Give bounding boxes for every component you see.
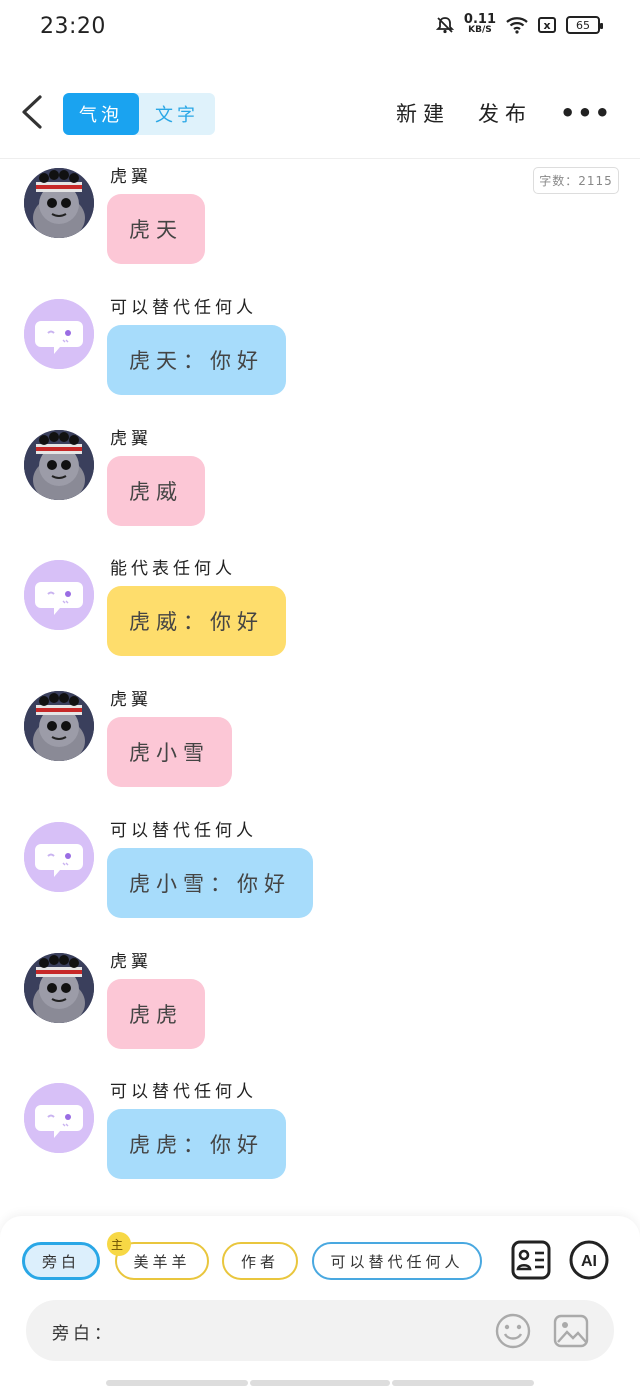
- bell-off-icon: [435, 17, 454, 34]
- ai-label: AI: [581, 1253, 597, 1270]
- contact-card-icon: [511, 1240, 551, 1280]
- message-bubble[interactable]: 虎威：你好: [107, 586, 286, 657]
- emoji-icon[interactable]: [494, 1312, 532, 1350]
- avatar[interactable]: [24, 429, 94, 500]
- mode-toggle: 气泡 文字: [63, 93, 215, 135]
- new-button[interactable]: 新建: [396, 98, 450, 128]
- message-bubble[interactable]: 虎小雪：你好: [107, 847, 313, 918]
- header-actions: 新建 发布 •••: [396, 98, 612, 128]
- sim-x-icon: x: [538, 17, 556, 33]
- tab-bubble[interactable]: 气泡: [63, 93, 139, 135]
- main-role-badge: 主: [107, 1232, 131, 1256]
- message-bubble[interactable]: 虎小雪: [107, 717, 232, 787]
- input-role-label: 旁白：: [52, 1324, 115, 1344]
- role-chip-meiyangyang[interactable]: 主 美羊羊: [107, 1232, 209, 1280]
- scroll-indicator: [106, 1380, 248, 1386]
- scroll-indicator: [250, 1380, 390, 1386]
- message-bubble[interactable]: 虎天：你好: [107, 324, 286, 395]
- message-bubble[interactable]: 虎天: [107, 194, 205, 264]
- speech-bubble-avatar-icon[interactable]: [24, 821, 94, 892]
- role-chip-author[interactable]: 作者: [222, 1242, 298, 1280]
- message-sender-name: 可以替代任何人: [110, 820, 257, 841]
- top-bar: 气泡 文字 新建 发布 •••: [0, 86, 640, 146]
- message-sender-name: 能代表任何人: [110, 559, 236, 580]
- message-sender-name: 可以替代任何人: [110, 1082, 257, 1103]
- message-bubble[interactable]: 虎虎: [107, 978, 205, 1049]
- message-input[interactable]: 旁白：: [26, 1300, 614, 1361]
- status-bar: 23:20 0.11 KB/S x 65: [0, 0, 640, 56]
- avatar[interactable]: [24, 952, 94, 1023]
- wifi-icon: [506, 17, 528, 34]
- tab-text[interactable]: 文字: [139, 93, 215, 135]
- publish-button[interactable]: 发布: [478, 98, 532, 128]
- role-chip-narrator[interactable]: 旁白: [22, 1242, 100, 1280]
- scroll-indicator: [392, 1380, 534, 1386]
- network-speed: 0.11 KB/S: [463, 12, 496, 35]
- status-icons: 0.11 KB/S x 65: [435, 12, 603, 36]
- message-bubble[interactable]: 虎虎：你好: [107, 1109, 286, 1180]
- avatar[interactable]: [24, 691, 94, 761]
- battery-icon: 65: [566, 16, 603, 34]
- speech-bubble-avatar-icon[interactable]: [24, 1083, 94, 1154]
- message-bubble[interactable]: 虎威: [107, 455, 205, 526]
- message-sender-name: 虎翼: [110, 951, 152, 972]
- message-sender-name: 虎翼: [110, 167, 152, 187]
- back-icon[interactable]: [20, 94, 50, 134]
- message-sender-name: 虎翼: [110, 690, 152, 710]
- image-icon[interactable]: [552, 1312, 590, 1350]
- ai-icon: AI: [569, 1240, 609, 1280]
- role-panel: 旁白 主 美羊羊 作者 可以替代任何人 AI 旁白：: [0, 1216, 640, 1387]
- avatar[interactable]: [24, 168, 94, 238]
- more-icon[interactable]: •••: [560, 99, 612, 127]
- message-sender-name: 可以替代任何人: [110, 297, 257, 318]
- status-time: 23:20: [40, 14, 106, 39]
- role-chip-anyone[interactable]: 可以替代任何人: [312, 1242, 482, 1280]
- header-divider: [0, 158, 640, 159]
- speech-bubble-avatar-icon[interactable]: [24, 560, 94, 631]
- ai-button[interactable]: AI: [569, 1240, 609, 1280]
- word-count: 字数：2115: [533, 167, 619, 194]
- contacts-button[interactable]: [511, 1240, 551, 1280]
- speech-bubble-avatar-icon[interactable]: [24, 298, 94, 369]
- message-sender-name: 虎翼: [110, 428, 152, 449]
